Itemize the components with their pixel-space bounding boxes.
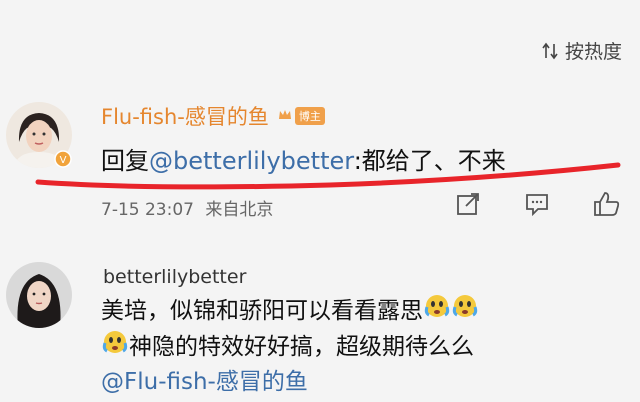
crying-face-emoji [101,329,129,365]
like-icon[interactable] [592,190,622,222]
blogger-badge: 博主 [277,104,325,128]
comment2-line1: 美培，似锦和骄阳可以看看露思 [101,298,423,324]
username: Flu-fish-感冒的鱼 [101,105,269,129]
comment1-meta: 7-15 23:07 来自北京 [101,195,273,220]
badge-label: 博主 [294,107,325,125]
crying-face-emoji [423,293,451,329]
comment-icon[interactable] [523,190,551,222]
comment1-author[interactable]: Flu-fish-感冒的鱼 博主 [101,101,325,131]
sort-label: 按热度 [564,41,622,63]
share-icon[interactable] [454,190,482,222]
sort-icon [541,42,561,60]
mention-link[interactable]: @Flu-fish-感冒的鱼 [101,365,308,399]
comment2-line2: 神隐的特效好好搞，超级期待么么 [129,334,474,360]
comment2-text: 美培，似锦和骄阳可以看看露思 神隐的特效好好搞，超级期待么么 @Flu-fish… [101,293,479,399]
sort-by-hot-button[interactable]: 按热度 [541,37,622,64]
timestamp: 7-15 23:07 [101,200,194,220]
comment2-author[interactable]: betterlilybetter [103,266,246,288]
comment1-actions [450,190,630,222]
crying-face-emoji [451,293,479,329]
crown-icon [277,104,293,128]
avatar[interactable] [6,262,72,328]
location: 来自北京 [205,200,274,220]
